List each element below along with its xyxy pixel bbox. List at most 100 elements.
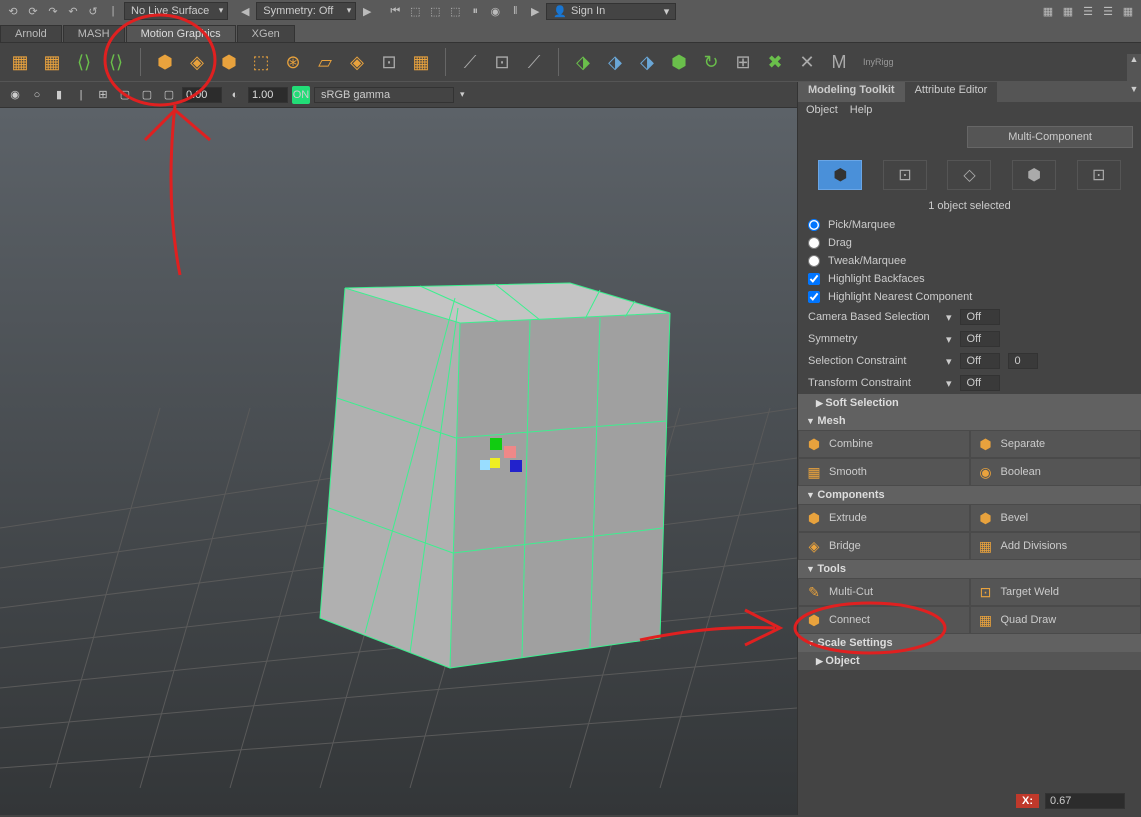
shelf-shield1-icon[interactable]: ⬗ [601,48,629,76]
section-soft-selection[interactable]: Soft Selection [798,394,1141,412]
menu-help[interactable]: Help [850,104,873,118]
shelf-flag1-icon[interactable]: ⬗ [569,48,597,76]
separate-button[interactable]: ⬢Separate [970,430,1141,458]
cam-icon[interactable]: ▢ [116,86,134,104]
radio-pick[interactable] [808,219,820,231]
signin-button[interactable]: 👤 Sign In ▾ [546,3,676,20]
multi-component-button[interactable]: Multi-Component [967,126,1133,148]
tab-xgen[interactable]: XGen [237,25,295,42]
panel2-icon[interactable]: ▦ [1059,2,1077,20]
panel4-icon[interactable]: ☰ [1099,2,1117,20]
shelf-group-icon[interactable]: ⬚ [247,48,275,76]
section-tools[interactable]: Tools [798,560,1141,578]
bridge-button[interactable]: ◈Bridge [798,532,970,560]
shelf-grid4-icon[interactable]: ⊞ [729,48,757,76]
tab-arnold[interactable]: Arnold [0,25,62,42]
shelf-m-icon[interactable]: M [825,48,853,76]
arrow3-icon[interactable]: ↺ [84,2,102,20]
mode-vertex-button[interactable]: ⊡ [883,160,927,190]
section-components[interactable]: Components [798,486,1141,504]
panel5-icon[interactable]: ▦ [1119,2,1137,20]
grid-icon[interactable]: ⊞ [94,86,112,104]
render1-icon[interactable]: ⬚ [406,2,424,20]
panel1-icon[interactable]: ▦ [1039,2,1057,20]
toggle-icon[interactable]: ◐ [226,86,244,104]
exposure-input[interactable] [182,87,222,103]
camera-sel-dropdown[interactable]: Off [960,309,1000,325]
shelf-grid1-icon[interactable]: ▦ [6,48,34,76]
trans-constraint-dropdown[interactable]: Off [960,375,1000,391]
section-object[interactable]: Object [798,652,1141,670]
shelf-diamond-icon[interactable]: ◈ [183,48,211,76]
shelf-grid3-icon[interactable]: ▦ [407,48,435,76]
symmetry2-dropdown[interactable]: Off [960,331,1000,347]
symmetry-dropdown[interactable]: Symmetry: Off [256,2,356,20]
shelf-box-icon[interactable]: ⬢ [665,48,693,76]
quad-draw-button[interactable]: ▦Quad Draw [970,606,1141,634]
shelf-cube-icon[interactable]: ⬢ [151,48,179,76]
on-icon[interactable]: ON [292,86,310,104]
menu-object[interactable]: Object [806,104,838,118]
shelf-bracket2-icon[interactable]: ⟨⟩ [102,48,130,76]
tab-attribute-editor[interactable]: Attribute Editor [905,82,998,102]
shelf-target-icon[interactable]: ⊡ [375,48,403,76]
shelf-edge3-icon[interactable]: ⟋ [520,48,548,76]
arrow-icon[interactable]: ↷ [44,2,62,20]
mode-edge-button[interactable]: ◇ [947,160,991,190]
shelf-sphere-icon[interactable]: ⊛ [279,48,307,76]
target-weld-button[interactable]: ⊡Target Weld [970,578,1141,606]
tab-motion-graphics[interactable]: Motion Graphics [126,25,236,42]
colorspace-dropdown[interactable]: sRGB gamma [314,87,454,103]
panel3-icon[interactable]: ☰ [1079,2,1097,20]
iso-icon[interactable]: ◉ [6,86,24,104]
tab-mash[interactable]: MASH [63,25,125,42]
circle-icon[interactable]: ○ [28,86,46,104]
redo-icon[interactable]: ⟳ [24,2,42,20]
pause2-icon[interactable]: ‖ [506,2,524,20]
shelf-stack-icon[interactable]: ◈ [343,48,371,76]
render2-icon[interactable]: ⬚ [426,2,444,20]
sel-constraint-dropdown[interactable]: Off [960,353,1000,369]
multicut-button[interactable]: ✎Multi-Cut [798,578,970,606]
connect-button[interactable]: ⬢Connect [798,606,970,634]
tab-modeling-toolkit[interactable]: Modeling Toolkit [798,82,905,102]
shelf-tools-icon[interactable]: ✕ [793,48,821,76]
mode-uv-button[interactable]: ⊡ [1077,160,1121,190]
section-mesh[interactable]: Mesh [798,412,1141,430]
shelf-scroll[interactable]: ▲▼ [1127,54,1141,94]
scale-x-input[interactable] [1045,793,1125,809]
shelf-shield2-icon[interactable]: ⬗ [633,48,661,76]
arrow2-icon[interactable]: ↶ [64,2,82,20]
combine-button[interactable]: ⬢Combine [798,430,970,458]
go-start-icon[interactable]: ⏮ [386,2,404,20]
stop2-icon[interactable]: ◉ [486,2,504,20]
mode-object-button[interactable]: ⬢ [818,160,862,190]
undo-icon[interactable]: ⟲ [4,2,22,20]
pause-icon[interactable]: ⏸ [466,2,484,20]
add-divisions-button[interactable]: ▦Add Divisions [970,532,1141,560]
gamma-input[interactable] [248,87,288,103]
shelf-arrow-icon[interactable]: ↻ [697,48,725,76]
radio-tweak[interactable] [808,255,820,267]
check-backfaces[interactable] [808,273,820,285]
shelf-bracket1-icon[interactable]: ⟨⟩ [70,48,98,76]
shelf-edge2-icon[interactable]: ⊡ [488,48,516,76]
box3-icon[interactable]: ▢ [160,86,178,104]
nav-right-icon[interactable]: ▶ [358,2,376,20]
mode-face-button[interactable]: ⬢ [1012,160,1056,190]
boolean-button[interactable]: ◉Boolean [970,458,1141,486]
viewport-3d[interactable] [0,108,797,815]
smooth-button[interactable]: ▦Smooth [798,458,970,486]
split-icon[interactable]: ▮ [50,86,68,104]
bevel-button[interactable]: ⬢Bevel [970,504,1141,532]
radio-drag[interactable] [808,237,820,249]
live-surface-dropdown[interactable]: No Live Surface [124,2,228,20]
ipr-icon[interactable]: ⬚ [446,2,464,20]
shelf-grid2-icon[interactable]: ▦ [38,48,66,76]
shelf-package-icon[interactable]: ⬢ [215,48,243,76]
nav-right2-icon[interactable]: ▶ [526,2,544,20]
shelf-layer-icon[interactable]: ▱ [311,48,339,76]
box2-icon[interactable]: ▢ [138,86,156,104]
extrude-button[interactable]: ⬢Extrude [798,504,970,532]
shelf-edge1-icon[interactable]: ⟋ [456,48,484,76]
